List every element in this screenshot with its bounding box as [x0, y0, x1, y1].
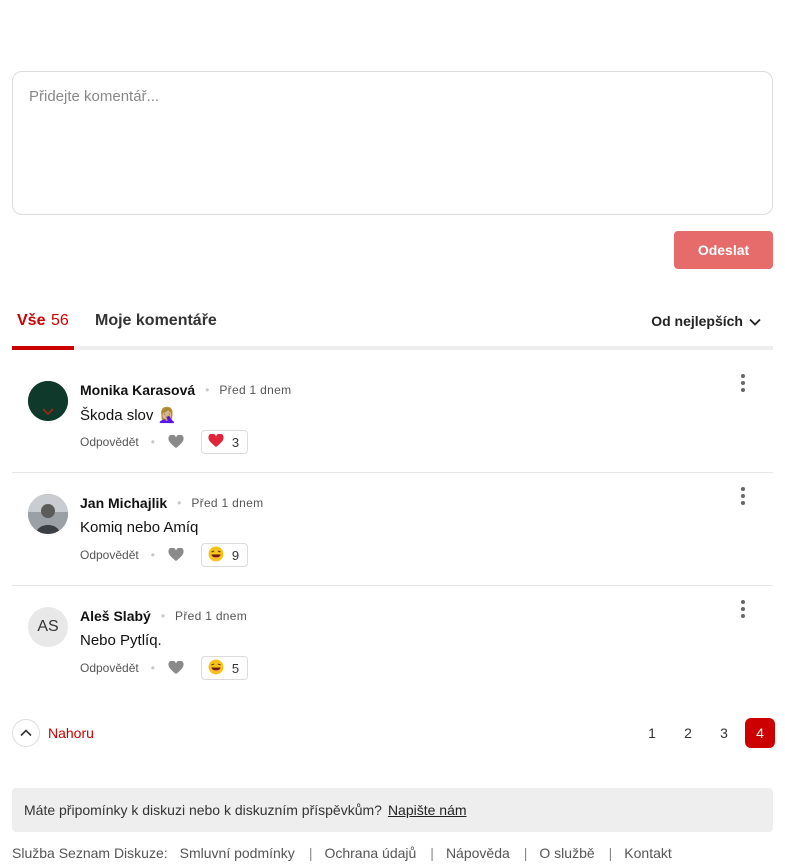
tab-all[interactable]: Vše 56	[12, 305, 74, 350]
pagination: 1 2 3 4	[631, 718, 775, 748]
separator-dot: •	[150, 548, 155, 562]
more-options-icon[interactable]	[732, 596, 754, 622]
reaction-count: 5	[231, 660, 240, 676]
feedback-question: Máte připomínky k diskuzi nebo k diskuzn…	[24, 802, 382, 818]
avatar-image	[28, 381, 68, 421]
comment-composer	[12, 71, 773, 215]
comment-item: Monika Karasová • Před 1 dnem Škoda slov…	[12, 360, 773, 473]
avatar[interactable]	[28, 494, 68, 534]
reply-button[interactable]: Odpovědět	[80, 661, 139, 675]
separator-dot: •	[150, 435, 155, 449]
tab-all-count: 56	[51, 312, 69, 329]
feedback-link[interactable]: Napište nám	[388, 802, 467, 818]
avatar[interactable]: AS	[28, 607, 68, 647]
separator-dot: •	[160, 609, 166, 623]
like-heart-icon[interactable]	[165, 544, 187, 566]
footer-service-label: Služba Seznam Diskuze:	[12, 845, 168, 861]
laughing-face-icon	[208, 546, 224, 565]
comment-text: Nebo Pytlíq.	[80, 632, 162, 649]
reaction-badge[interactable]: 9	[200, 543, 249, 567]
chevron-down-icon	[749, 313, 761, 329]
reply-button[interactable]: Odpovědět	[80, 548, 139, 562]
more-options-icon[interactable]	[732, 370, 754, 396]
footer-separator: |	[308, 845, 313, 861]
back-to-top-button[interactable]: Nahoru	[12, 718, 94, 748]
separator-dot: •	[150, 661, 155, 675]
more-options-icon[interactable]	[732, 483, 754, 509]
reaction-count: 9	[231, 547, 240, 563]
like-heart-icon[interactable]	[165, 431, 187, 453]
comment-item: Jan Michajlik • Před 1 dnem Komiq nebo A…	[12, 473, 773, 586]
tab-my-comments[interactable]: Moje komentáře	[95, 305, 217, 346]
heart-reaction-icon	[208, 432, 224, 451]
comment-text: Komiq nebo Amíq	[80, 519, 199, 536]
sort-dropdown[interactable]: Od nejlepších	[651, 313, 761, 329]
send-button[interactable]: Odeslat	[674, 231, 773, 269]
comment-item: AS Aleš Slabý • Před 1 dnem Nebo Pytlíq.…	[12, 586, 773, 699]
comment-time: Před 1 dnem	[175, 609, 248, 623]
page-link[interactable]: 2	[673, 718, 703, 748]
reaction-badge[interactable]: 3	[200, 430, 249, 454]
footer-link-help[interactable]: Nápověda	[446, 845, 510, 861]
footer-link-terms[interactable]: Smluvní podmínky	[180, 845, 295, 861]
footer-separator: |	[430, 845, 434, 861]
footer-link-privacy[interactable]: Ochrana údajů	[324, 845, 416, 861]
footer-separator: |	[608, 845, 613, 861]
comment-time: Před 1 dnem	[191, 496, 264, 510]
page-link[interactable]: 3	[709, 718, 739, 748]
footer-separator: |	[523, 845, 528, 861]
separator-dot: •	[177, 496, 182, 510]
comment-text: Škoda slov 🤦🏼‍♀️	[80, 407, 177, 424]
chevron-up-icon	[12, 719, 40, 747]
comment-input[interactable]	[29, 88, 756, 198]
laughing-face-icon	[208, 659, 224, 678]
comment-tabs: Vše 56 Moje komentáře Od nejlepších	[12, 305, 773, 350]
back-to-top-label: Nahoru	[48, 725, 94, 741]
avatar-image	[28, 494, 68, 534]
sort-label: Od nejlepších	[651, 313, 743, 329]
comment-time: Před 1 dnem	[219, 383, 292, 397]
footer-link-contact[interactable]: Kontakt	[624, 845, 671, 861]
footer: Služba Seznam Diskuze: Smluvní podmínky …	[12, 844, 672, 862]
page-link[interactable]: 1	[637, 718, 667, 748]
reaction-badge[interactable]: 5	[200, 656, 249, 680]
reaction-count: 3	[231, 434, 240, 450]
comment-author[interactable]: Monika Karasová	[80, 382, 195, 398]
comment-author[interactable]: Aleš Slabý	[80, 608, 151, 624]
footer-link-about[interactable]: O službě	[539, 845, 594, 861]
comment-author[interactable]: Jan Michajlik	[80, 495, 167, 511]
tab-all-label: Vše	[17, 312, 46, 329]
page-link-current[interactable]: 4	[745, 718, 775, 748]
separator-dot: •	[205, 383, 210, 397]
avatar[interactable]	[28, 381, 68, 421]
like-heart-icon[interactable]	[165, 657, 187, 679]
feedback-banner: Máte připomínky k diskuzi nebo k diskuzn…	[12, 788, 773, 832]
reply-button[interactable]: Odpovědět	[80, 435, 139, 449]
